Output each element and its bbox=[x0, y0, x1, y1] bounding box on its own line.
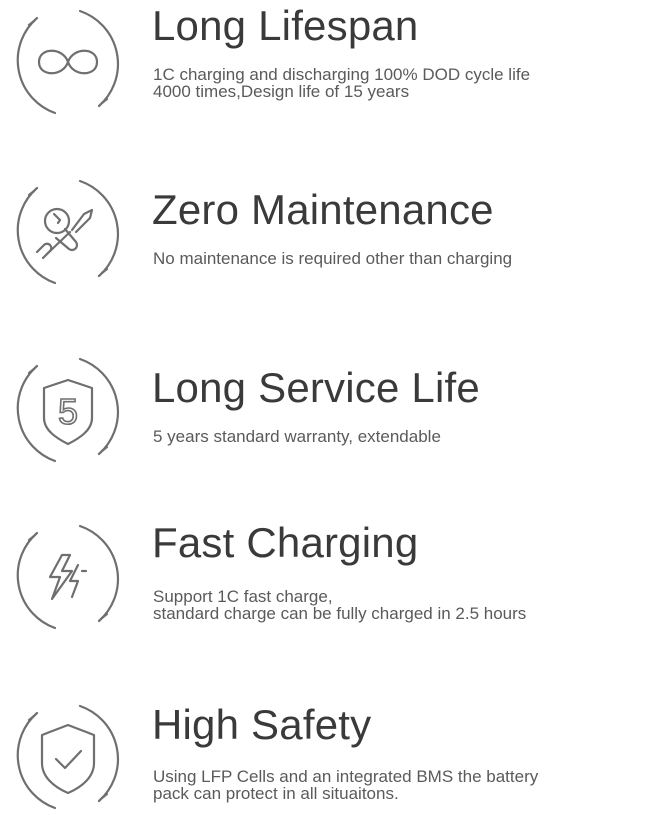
feature-description: Support 1C fast charge, standard charge … bbox=[153, 588, 526, 622]
shield-number-five-icon: 5 bbox=[10, 352, 126, 468]
description-line: standard charge can be fully charged in … bbox=[153, 604, 527, 623]
description-line: pack can protect in all situaitons. bbox=[153, 784, 399, 803]
infinity-icon bbox=[10, 4, 126, 120]
feature-title: High Safety bbox=[152, 701, 372, 748]
lightning-bolt-icon bbox=[10, 519, 126, 635]
feature-title: Zero Maintenance bbox=[152, 186, 494, 233]
feature-title: Long Lifespan bbox=[152, 2, 419, 49]
feature-title: Fast Charging bbox=[152, 519, 419, 566]
feature-description: 5 years standard warranty, extendable bbox=[153, 428, 441, 445]
description-line: 1C charging and discharging 100% DOD cyc… bbox=[153, 65, 531, 84]
feature-description: Using LFP Cells and an integrated BMS th… bbox=[153, 768, 538, 802]
shield-number-text: 5 bbox=[58, 391, 78, 432]
feature-description: No maintenance is required other than ch… bbox=[153, 250, 512, 267]
description-line: No maintenance is required other than ch… bbox=[153, 249, 513, 268]
shield-check-icon bbox=[10, 699, 126, 815]
feature-title: Long Service Life bbox=[152, 364, 480, 411]
description-line: Support 1C fast charge, bbox=[153, 587, 333, 606]
wrench-screwdriver-icon bbox=[10, 174, 126, 290]
description-line: 4000 times,Design life of 15 years bbox=[153, 82, 410, 101]
description-line: Using LFP Cells and an integrated BMS th… bbox=[153, 767, 539, 786]
feature-description: 1C charging and discharging 100% DOD cyc… bbox=[153, 66, 530, 100]
description-line: 5 years standard warranty, extendable bbox=[153, 427, 441, 446]
